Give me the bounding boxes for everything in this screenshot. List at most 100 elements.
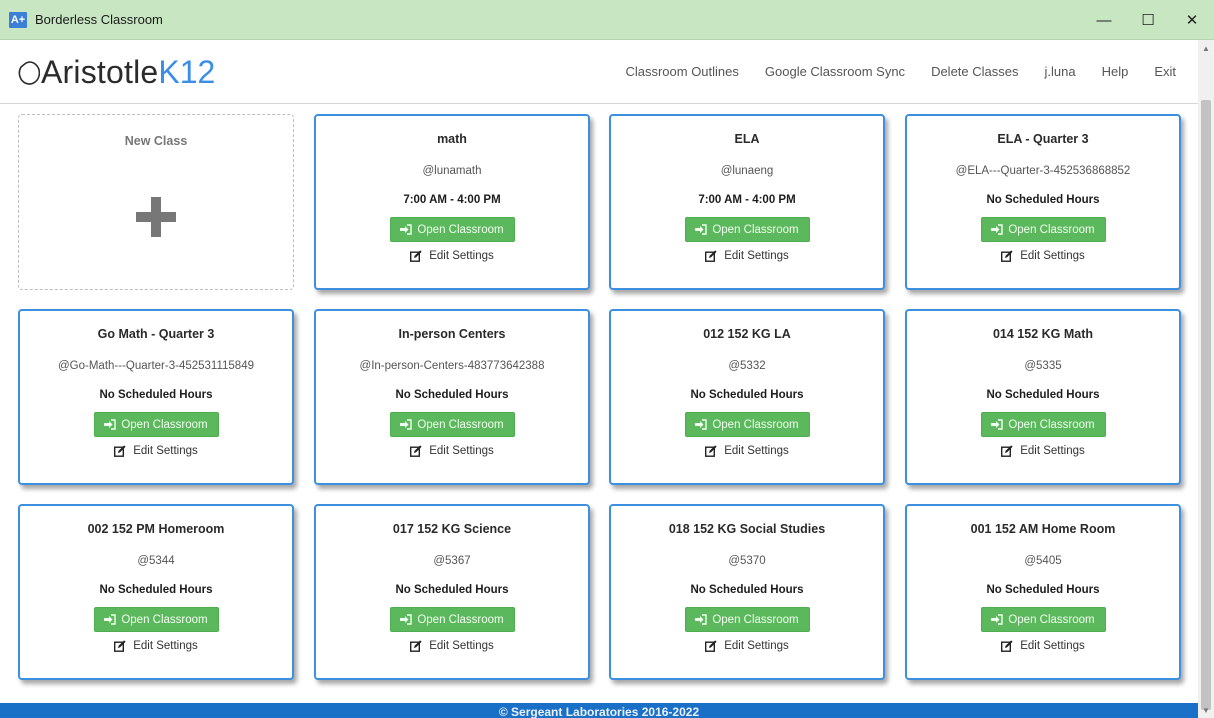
sign-in-icon xyxy=(991,224,1004,235)
edit-settings-label: Edit Settings xyxy=(133,640,198,652)
class-hours: No Scheduled Hours xyxy=(395,389,509,401)
open-classroom-button[interactable]: Open Classroom xyxy=(684,412,810,437)
open-classroom-button[interactable]: Open Classroom xyxy=(684,607,810,632)
edit-settings-link[interactable]: Edit Settings xyxy=(611,640,883,652)
edit-settings-link[interactable]: Edit Settings xyxy=(611,250,883,262)
new-class-card[interactable]: New Class xyxy=(18,114,294,290)
logo-text: Aristotle xyxy=(41,53,159,90)
class-hours: No Scheduled Hours xyxy=(690,584,804,596)
nav-classroom-outlines[interactable]: Classroom Outlines xyxy=(625,64,738,79)
open-classroom-label: Open Classroom xyxy=(712,613,799,626)
class-handle: @lunaeng xyxy=(720,165,774,177)
edit-icon xyxy=(114,445,126,457)
open-classroom-label: Open Classroom xyxy=(121,418,208,431)
open-classroom-label: Open Classroom xyxy=(417,613,504,626)
sign-in-icon xyxy=(991,614,1004,625)
edit-settings-link[interactable]: Edit Settings xyxy=(907,445,1179,457)
edit-settings-link[interactable]: Edit Settings xyxy=(20,640,292,652)
edit-settings-label: Edit Settings xyxy=(429,250,494,262)
open-classroom-label: Open Classroom xyxy=(1008,613,1095,626)
open-classroom-label: Open Classroom xyxy=(712,223,799,236)
edit-settings-link[interactable]: Edit Settings xyxy=(611,445,883,457)
new-class-label: New Class xyxy=(124,134,188,148)
open-classroom-button[interactable]: Open Classroom xyxy=(980,607,1106,632)
open-classroom-button[interactable]: Open Classroom xyxy=(980,412,1106,437)
app-header: Aristotle K12 Classroom Outlines Google C… xyxy=(0,40,1198,104)
open-classroom-button[interactable]: Open Classroom xyxy=(389,217,515,242)
nav-exit[interactable]: Exit xyxy=(1154,64,1176,79)
edit-settings-label: Edit Settings xyxy=(1020,640,1085,652)
edit-icon xyxy=(705,250,717,262)
edit-settings-link[interactable]: Edit Settings xyxy=(20,445,292,457)
open-classroom-button[interactable]: Open Classroom xyxy=(389,412,515,437)
edit-icon xyxy=(705,445,717,457)
nav-google-classroom-sync[interactable]: Google Classroom Sync xyxy=(765,64,905,79)
logo-mark-icon xyxy=(18,61,40,85)
edit-icon xyxy=(410,445,422,457)
open-classroom-label: Open Classroom xyxy=(121,613,208,626)
class-card: ELA @lunaeng 7:00 AM - 4:00 PM Open Classro… xyxy=(609,114,885,290)
class-handle: @5405 xyxy=(1024,555,1062,567)
class-card: 012 152 KG LA @5332 No Scheduled Hours Open… xyxy=(609,309,885,485)
edit-settings-label: Edit Settings xyxy=(1020,445,1085,457)
edit-settings-link[interactable]: Edit Settings xyxy=(316,640,588,652)
vertical-scrollbar[interactable]: ▲ ▼ xyxy=(1198,40,1214,718)
open-classroom-button[interactable]: Open Classroom xyxy=(93,412,219,437)
window-titlebar: A+ Borderless Classroom — ☐ ✕ xyxy=(0,0,1214,40)
class-title: 002 152 PM Homeroom xyxy=(87,522,225,536)
class-hours: No Scheduled Hours xyxy=(986,389,1100,401)
logo-accent: K12 xyxy=(158,53,216,90)
sign-in-icon xyxy=(695,419,708,430)
maximize-button[interactable]: ☐ xyxy=(1126,0,1170,40)
class-hours: No Scheduled Hours xyxy=(99,389,213,401)
scroll-up-arrow-icon[interactable]: ▲ xyxy=(1198,40,1214,56)
class-handle: @5370 xyxy=(728,555,766,567)
open-classroom-button[interactable]: Open Classroom xyxy=(684,217,810,242)
open-classroom-button[interactable]: Open Classroom xyxy=(93,607,219,632)
open-classroom-label: Open Classroom xyxy=(712,418,799,431)
class-title: In-person Centers xyxy=(398,327,506,341)
edit-icon xyxy=(1001,250,1013,262)
nav-help[interactable]: Help xyxy=(1102,64,1129,79)
class-card: ELA - Quarter 3 @ELA---Quarter-3-45253686… xyxy=(905,114,1181,290)
open-classroom-button[interactable]: Open Classroom xyxy=(980,217,1106,242)
class-hours: No Scheduled Hours xyxy=(99,584,213,596)
class-hours: 7:00 AM - 4:00 PM xyxy=(698,194,796,206)
edit-settings-link[interactable]: Edit Settings xyxy=(316,250,588,262)
scrollbar-thumb[interactable] xyxy=(1201,100,1211,710)
edit-settings-label: Edit Settings xyxy=(724,445,789,457)
sign-in-icon xyxy=(104,614,117,625)
plus-icon[interactable] xyxy=(136,197,176,237)
open-classroom-button[interactable]: Open Classroom xyxy=(389,607,515,632)
edit-settings-link[interactable]: Edit Settings xyxy=(907,250,1179,262)
close-button[interactable]: ✕ xyxy=(1170,0,1214,40)
edit-settings-label: Edit Settings xyxy=(724,250,789,262)
footer: © Sergeant Laboratories 2016-2022 xyxy=(0,703,1198,718)
edit-settings-link[interactable]: Edit Settings xyxy=(907,640,1179,652)
open-classroom-label: Open Classroom xyxy=(1008,418,1095,431)
scroll-down-arrow-icon[interactable]: ▼ xyxy=(1198,702,1214,718)
class-title: 001 152 AM Home Room xyxy=(970,522,1116,536)
edit-settings-link[interactable]: Edit Settings xyxy=(316,445,588,457)
class-card: math @lunamath 7:00 AM - 4:00 PM Open Class… xyxy=(314,114,590,290)
class-handle: @5367 xyxy=(433,555,471,567)
class-card: 018 152 KG Social Studies @5370 No Schedul… xyxy=(609,504,885,680)
nav-delete-classes[interactable]: Delete Classes xyxy=(931,64,1018,79)
minimize-button[interactable]: — xyxy=(1082,0,1126,40)
open-classroom-label: Open Classroom xyxy=(1008,223,1095,236)
class-hours: No Scheduled Hours xyxy=(986,584,1100,596)
edit-icon xyxy=(1001,640,1013,652)
edit-icon xyxy=(410,250,422,262)
class-handle: @lunamath xyxy=(422,165,482,177)
class-title: ELA - Quarter 3 xyxy=(997,132,1089,146)
class-hours: 7:00 AM - 4:00 PM xyxy=(403,194,501,206)
class-title: math xyxy=(437,132,467,146)
top-nav: Classroom Outlines Google Classroom Sync… xyxy=(599,40,1176,102)
open-classroom-label: Open Classroom xyxy=(417,223,504,236)
nav-user-account[interactable]: j.luna xyxy=(1045,64,1076,79)
edit-icon xyxy=(410,640,422,652)
class-title: 018 152 KG Social Studies xyxy=(668,522,826,536)
app-icon: A+ xyxy=(9,11,27,28)
class-title: Go Math - Quarter 3 xyxy=(97,327,215,341)
class-handle: @5344 xyxy=(137,555,175,567)
